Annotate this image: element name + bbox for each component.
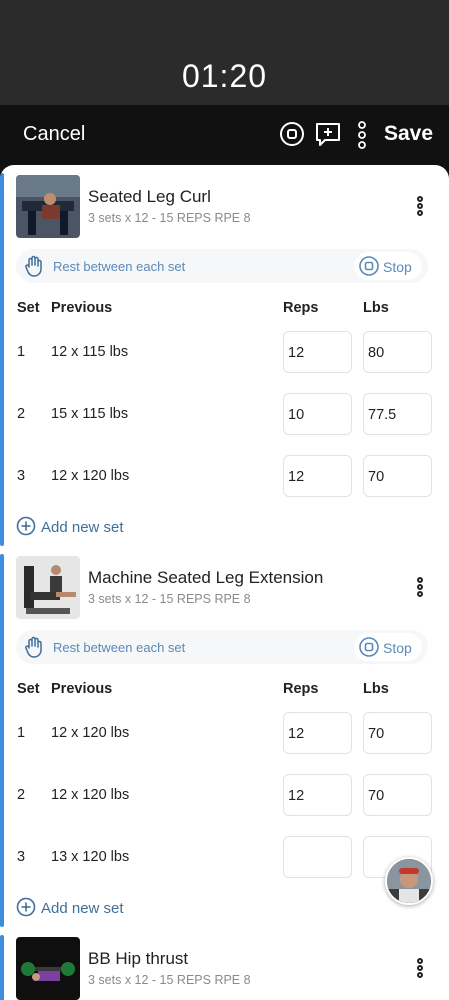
set-number: 2 <box>17 406 26 422</box>
add-circle-icon <box>16 897 36 921</box>
exercise-card: Seated Leg Curl 3 sets x 12 - 15 REPS RP… <box>0 165 449 546</box>
previous-value: 12 x 120 lbs <box>51 787 130 803</box>
column-header-set: Set <box>17 681 40 697</box>
rest-timer: 01:20 <box>181 58 268 94</box>
reps-value: 12 <box>288 788 305 804</box>
reps-input[interactable]: 12 <box>283 331 352 373</box>
rest-timer-pill: Rest between each set Stop <box>16 249 428 283</box>
set-number: 3 <box>17 468 26 484</box>
rest-timer-bar: 01:20 <box>0 0 449 105</box>
set-number: 1 <box>17 725 26 741</box>
previous-value: 12 x 120 lbs <box>51 468 130 484</box>
lbs-input[interactable]: 70 <box>363 774 432 816</box>
set-number: 2 <box>17 787 26 803</box>
column-header-set: Set <box>17 300 40 316</box>
exercise-card: Machine Seated Leg Extension 3 sets x 12… <box>0 546 449 927</box>
previous-value: 12 x 115 lbs <box>51 344 129 360</box>
set-number: 3 <box>17 849 26 865</box>
stop-label: Stop <box>383 259 412 275</box>
reps-input[interactable]: 10 <box>283 393 352 435</box>
previous-value: 12 x 120 lbs <box>51 725 130 741</box>
lbs-input[interactable]: 80 <box>363 331 432 373</box>
exercise-thumbnail[interactable] <box>16 175 80 238</box>
stop-rest-button[interactable]: Stop <box>354 633 422 661</box>
hand-icon <box>24 635 46 664</box>
column-header-lbs: Lbs <box>363 300 389 316</box>
lbs-value: 70 <box>368 469 385 485</box>
exercise-name[interactable]: Machine Seated Leg Extension <box>88 568 323 588</box>
exercise-prescription: 3 sets x 12 - 15 REPS RPE 8 <box>88 592 251 606</box>
reps-input[interactable]: 12 <box>283 774 352 816</box>
coach-avatar[interactable] <box>385 857 433 905</box>
lbs-value: 70 <box>368 788 385 804</box>
exercise-prescription: 3 sets x 12 - 15 REPS RPE 8 <box>88 973 251 987</box>
reps-input[interactable] <box>283 836 352 878</box>
column-header-reps: Reps <box>283 300 319 316</box>
stop-circle-icon <box>358 255 380 282</box>
stop-circle-icon <box>358 636 380 663</box>
hand-icon <box>24 254 46 283</box>
reps-value: 12 <box>288 345 305 361</box>
reps-input[interactable]: 12 <box>283 455 352 497</box>
lbs-input[interactable]: 70 <box>363 712 432 754</box>
exercise-name[interactable]: Seated Leg Curl <box>88 187 211 207</box>
save-button[interactable]: Save <box>384 122 433 146</box>
exercise-card: BB Hip thrust 3 sets x 12 - 15 REPS RPE … <box>0 927 449 1000</box>
cancel-button[interactable]: Cancel <box>23 123 85 146</box>
exercise-menu-icon[interactable] <box>410 957 430 981</box>
more-vertical-icon[interactable] <box>355 121 369 154</box>
exercise-thumbnail[interactable] <box>16 937 80 1000</box>
previous-value: 15 x 115 lbs <box>51 406 129 422</box>
rest-between-sets-label[interactable]: Rest between each set <box>53 640 185 655</box>
stop-rest-button[interactable]: Stop <box>354 252 422 280</box>
previous-value: 13 x 120 lbs <box>51 849 130 865</box>
top-toolbar: Cancel Save <box>0 105 449 165</box>
add-new-set-label: Add new set <box>41 900 124 917</box>
exercise-thumbnail[interactable] <box>16 556 80 619</box>
exercise-menu-icon[interactable] <box>410 195 430 219</box>
lbs-input[interactable]: 77.5 <box>363 393 432 435</box>
rest-between-sets-label[interactable]: Rest between each set <box>53 259 185 274</box>
lbs-value: 77.5 <box>368 407 397 423</box>
reps-input[interactable]: 12 <box>283 712 352 754</box>
set-number: 1 <box>17 344 26 360</box>
column-header-reps: Reps <box>283 681 319 697</box>
lbs-input[interactable]: 70 <box>363 455 432 497</box>
stop-label: Stop <box>383 640 412 656</box>
exercise-accent-bar <box>0 173 4 546</box>
column-header-previous: Previous <box>51 300 113 316</box>
reps-value: 10 <box>288 407 305 423</box>
lbs-value: 80 <box>368 345 385 361</box>
add-new-set-label: Add new set <box>41 519 124 536</box>
exercise-accent-bar <box>0 935 4 1000</box>
lbs-value: 70 <box>368 726 385 742</box>
add-circle-icon <box>16 516 36 540</box>
exercise-name[interactable]: BB Hip thrust <box>88 949 188 969</box>
add-comment-icon[interactable] <box>314 121 342 154</box>
exercise-menu-icon[interactable] <box>410 576 430 600</box>
rest-timer-pill: Rest between each set Stop <box>16 630 428 664</box>
reps-value: 12 <box>288 469 305 485</box>
exercise-prescription: 3 sets x 12 - 15 REPS RPE 8 <box>88 211 251 225</box>
stop-circle-icon[interactable] <box>279 121 305 152</box>
reps-value: 12 <box>288 726 305 742</box>
column-header-previous: Previous <box>51 681 113 697</box>
exercise-accent-bar <box>0 554 4 927</box>
column-header-lbs: Lbs <box>363 681 389 697</box>
workout-sheet: Seated Leg Curl 3 sets x 12 - 15 REPS RP… <box>0 165 449 1000</box>
